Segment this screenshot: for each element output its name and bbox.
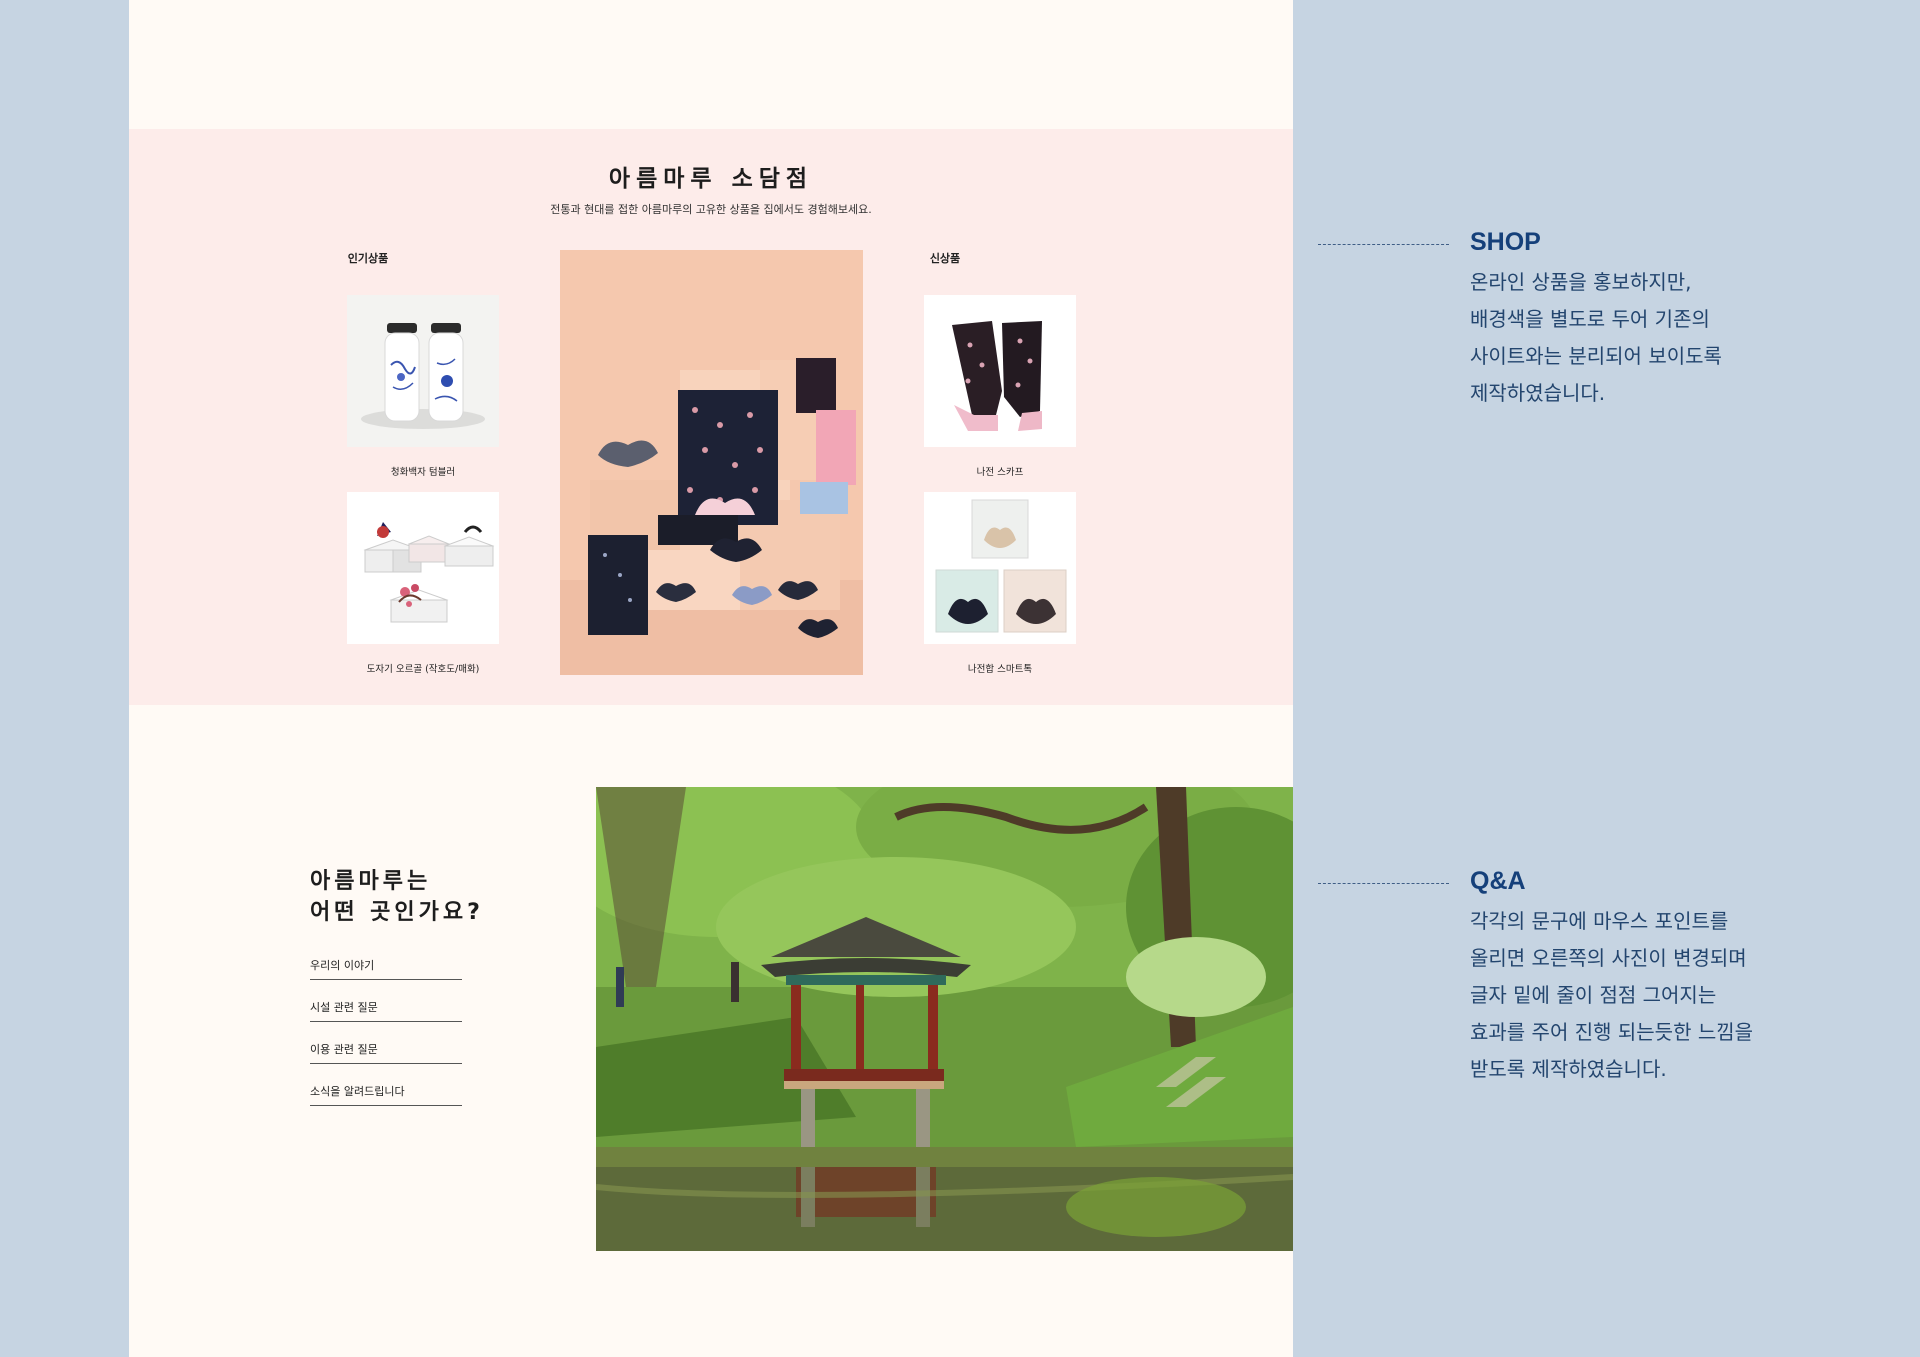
music-box-illustration	[347, 492, 499, 644]
product-image-scarf[interactable]	[924, 295, 1076, 447]
note-line: 받도록 제작하였습니다.	[1470, 1057, 1667, 1081]
note-line: 올리면 오른쪽의 사진이 변경되며	[1470, 946, 1747, 970]
note-line: 제작하였습니다.	[1470, 381, 1606, 405]
note-line: 배경색을 별도로 두어 기존의	[1470, 307, 1710, 331]
qa-title-line: 어떤 곳인가요?	[310, 900, 484, 925]
qa-item-our-story[interactable]: 우리의 이야기	[310, 957, 462, 980]
note-title-qa: Q&A	[1470, 867, 1526, 895]
product-name[interactable]: 나전 스카프	[910, 464, 1090, 478]
note-body-shop: 온라인 상품을 홍보하지만, 배경색을 별도로 두어 기존의 사이트와는 분리되…	[1470, 264, 1890, 412]
product-name[interactable]: 도자기 오르골 (작호도/매화)	[333, 661, 513, 675]
product-name[interactable]: 나전합 스마트톡	[910, 661, 1090, 675]
shop-title: 아름마루 소담점	[608, 166, 814, 192]
page-canvas: 아름마루 소담점 전통과 현대를 접한 아름마루의 고유한 상품을 집에서도 경…	[129, 0, 1293, 1357]
note-line: 효과를 주어 진행 되는듯한 느낌을	[1470, 1020, 1754, 1044]
new-heading: 신상품	[929, 252, 961, 265]
garden-pavilion-illustration	[596, 787, 1293, 1251]
smart-tok-illustration	[924, 492, 1076, 644]
qa-item-facility[interactable]: 시설 관련 질문	[310, 999, 462, 1022]
hero-product-display-illustration	[560, 250, 863, 675]
note-connector-qa	[1318, 883, 1449, 884]
shop-section: 아름마루 소담점 전통과 현대를 접한 아름마루의 고유한 상품을 집에서도 경…	[129, 129, 1293, 705]
note-body-qa: 각각의 문구에 마우스 포인트를 올리면 오른쪽의 사진이 변경되며 글자 밑에…	[1470, 903, 1890, 1088]
tumbler-illustration	[347, 295, 499, 447]
qa-item-news[interactable]: 소식을 알려드립니다	[310, 1083, 462, 1106]
product-image-smart-tok[interactable]	[924, 492, 1076, 644]
qa-garden-photo	[596, 787, 1293, 1251]
scarf-illustration	[924, 295, 1076, 447]
shop-subtitle: 전통과 현대를 접한 아름마루의 고유한 상품을 집에서도 경험해보세요.	[550, 203, 872, 216]
note-line: 각각의 문구에 마우스 포인트를	[1470, 909, 1729, 933]
product-image-music-box[interactable]	[347, 492, 499, 644]
qa-title: 아름마루는 어떤 곳인가요?	[310, 866, 484, 928]
note-line: 온라인 상품을 홍보하지만,	[1470, 270, 1692, 294]
qa-item-usage[interactable]: 이용 관련 질문	[310, 1041, 462, 1064]
note-line: 사이트와는 분리되어 보이도록	[1470, 344, 1722, 368]
note-line: 글자 밑에 줄이 점점 그어지는	[1470, 983, 1717, 1007]
qa-title-line: 아름마루는	[310, 869, 432, 894]
note-connector-shop	[1318, 244, 1449, 245]
product-image-tumbler[interactable]	[347, 295, 499, 447]
shop-hero-image[interactable]	[560, 250, 863, 675]
product-name[interactable]: 청화백자 텀블러	[333, 464, 513, 478]
note-title-shop: SHOP	[1470, 228, 1541, 256]
popular-heading: 인기상품	[347, 252, 389, 265]
